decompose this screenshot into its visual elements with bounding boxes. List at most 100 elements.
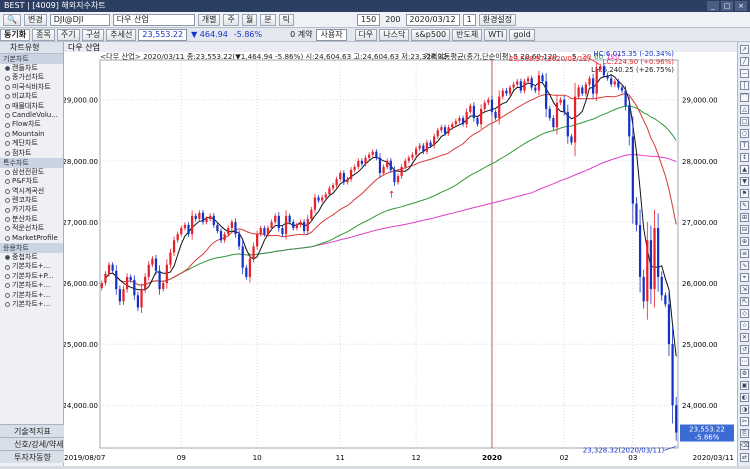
drawing-tool-icon[interactable]: ✕: [740, 333, 749, 342]
drawing-tool-icon[interactable]: ◇: [740, 309, 749, 318]
drawing-tool-icon[interactable]: ⊟: [740, 225, 749, 234]
chart-type-item[interactable]: 매물대차트: [0, 102, 63, 111]
drawing-tool-icon[interactable]: ✎: [740, 201, 749, 210]
symbol-code-input[interactable]: DJI@DJI: [49, 13, 110, 26]
radio-icon[interactable]: [5, 66, 10, 72]
chart-type-item[interactable]: 카기차트: [0, 205, 63, 214]
chart-type-item[interactable]: 기본차트+...: [0, 262, 63, 271]
quick-link-gold[interactable]: gold: [509, 28, 535, 41]
drawing-tool-icon[interactable]: ⋯: [740, 357, 749, 366]
radio-icon[interactable]: [5, 179, 10, 185]
tab-technical-indicators[interactable]: 기술적지표: [0, 424, 64, 437]
quick-link-wti[interactable]: WTI: [484, 28, 508, 41]
drawing-tool-icon[interactable]: ⌒: [740, 93, 749, 102]
chart-type-item[interactable]: CandleVolu...: [0, 111, 63, 120]
radio-icon[interactable]: [5, 131, 10, 137]
radio-icon[interactable]: [5, 170, 10, 176]
chart-type-item[interactable]: 역시계곡선: [0, 187, 63, 196]
drawing-tool-icon[interactable]: ▲: [740, 165, 749, 174]
drawing-tool-icon[interactable]: ◑: [740, 405, 749, 414]
drawing-tool-icon[interactable]: ⊞: [740, 213, 749, 222]
radio-icon[interactable]: [5, 255, 10, 261]
radio-icon[interactable]: [5, 302, 10, 308]
chart-type-item[interactable]: 삼선전환도: [0, 168, 63, 177]
tab-investor-trends[interactable]: 투자자동향: [0, 450, 64, 463]
period-tick-button[interactable]: 틱: [278, 13, 294, 26]
settings-button[interactable]: 환경설정: [478, 13, 517, 26]
change-symbol-button[interactable]: 변경: [23, 13, 47, 26]
quick-link-nasdaq[interactable]: 나스닥: [379, 28, 410, 41]
sidebar-group-header[interactable]: 특수차트: [0, 157, 63, 168]
drawing-tool-icon[interactable]: ↗: [740, 45, 749, 54]
maximize-button[interactable]: □: [721, 1, 733, 11]
display-count-input[interactable]: 150: [356, 13, 381, 26]
drawing-tool-icon[interactable]: ∿: [740, 261, 749, 270]
drawing-tool-icon[interactable]: ⊕: [740, 237, 749, 246]
drawing-tool-icon[interactable]: —: [740, 69, 749, 78]
radio-icon[interactable]: [5, 217, 10, 223]
radio-icon[interactable]: [5, 264, 10, 270]
chart-type-item[interactable]: MarketProfile: [0, 234, 63, 243]
radio-icon[interactable]: [5, 235, 10, 241]
radio-icon[interactable]: [5, 226, 10, 232]
drawing-tool-icon[interactable]: ☆: [740, 321, 749, 330]
drawing-tool-icon[interactable]: ⇄: [740, 453, 749, 462]
quick-link-semiconductor[interactable]: 반도체: [452, 28, 483, 41]
price-chart[interactable]: 다우 산업<다우 산업> 2020/03/11 종:23,553.22(▼1,4…: [62, 42, 737, 466]
radio-icon[interactable]: [5, 198, 10, 204]
drawing-tool-icon[interactable]: T: [740, 141, 749, 150]
radio-icon[interactable]: [5, 113, 10, 119]
drawing-tool-icon[interactable]: ⌫: [740, 441, 749, 450]
chart-type-item[interactable]: Mountain: [0, 130, 63, 139]
radio-icon[interactable]: [5, 292, 10, 298]
sidebar-group-header[interactable]: 응용차트: [0, 243, 63, 254]
chart-panel[interactable]: 다우 산업 <다우 산업> 2020/03/11 종:23,553.22(▼1,4…: [62, 42, 737, 466]
drawing-tool-icon[interactable]: ⇱: [740, 297, 749, 306]
drawing-tool-icon[interactable]: ▼: [740, 177, 749, 186]
drawing-tool-icon[interactable]: ↺: [740, 345, 749, 354]
chart-type-item[interactable]: 기본차트+...: [0, 281, 63, 290]
drawing-tool-icon[interactable]: ╱: [740, 57, 749, 66]
date-input[interactable]: 2020/03/12: [405, 13, 460, 26]
drawing-tool-icon[interactable]: △: [740, 105, 749, 114]
tab-trendline[interactable]: 추세선: [106, 28, 137, 41]
chart-type-item[interactable]: 기본차트+...: [0, 300, 63, 309]
radio-icon[interactable]: [5, 150, 10, 156]
drawing-tool-icon[interactable]: ⚙: [740, 369, 749, 378]
chart-type-item[interactable]: 종가선차트: [0, 73, 63, 82]
period-minute-button[interactable]: 분: [260, 13, 276, 26]
radio-icon[interactable]: [5, 274, 10, 279]
step-input[interactable]: 1: [462, 13, 476, 26]
drawing-tool-icon[interactable]: ⌖: [740, 273, 749, 282]
tab-layout[interactable]: 구성: [81, 28, 105, 41]
drawing-tool-icon[interactable]: □: [740, 117, 749, 126]
radio-icon[interactable]: [5, 122, 10, 128]
chart-type-item[interactable]: Flow차트: [0, 120, 63, 129]
chart-type-item[interactable]: P&F차트: [0, 177, 63, 186]
drawing-tool-icon[interactable]: ↕: [740, 153, 749, 162]
drawing-tool-icon[interactable]: ⇲: [740, 285, 749, 294]
radio-icon[interactable]: [5, 207, 10, 213]
chart-type-item[interactable]: 계단차트: [0, 139, 63, 148]
tab-sync[interactable]: 동기화: [0, 28, 31, 41]
chart-type-item[interactable]: 분산차트: [0, 215, 63, 224]
chart-type-item[interactable]: 점차트: [0, 149, 63, 158]
minimize-button[interactable]: _: [707, 1, 719, 11]
chart-type-item[interactable]: 캔들차트: [0, 64, 63, 73]
chart-type-item[interactable]: 미국식바차트: [0, 83, 63, 92]
drawing-tool-icon[interactable]: ⎘: [740, 429, 749, 438]
close-button[interactable]: ×: [735, 1, 747, 11]
quick-link-dow[interactable]: 다우: [354, 28, 378, 41]
drawing-tool-icon[interactable]: ⚑: [740, 189, 749, 198]
radio-icon[interactable]: [5, 84, 10, 90]
radio-icon[interactable]: [5, 75, 10, 81]
radio-icon[interactable]: [5, 283, 10, 289]
chart-type-item[interactable]: 기본차트+...: [0, 291, 63, 300]
radio-icon[interactable]: [5, 141, 10, 147]
quick-link-sp500[interactable]: s&p500: [411, 28, 451, 41]
search-icon[interactable]: 🔍: [3, 13, 21, 26]
chart-type-item[interactable]: 적운선차트: [0, 224, 63, 233]
radio-icon[interactable]: [5, 94, 10, 100]
period-month-button[interactable]: 월: [241, 13, 258, 26]
chart-type-item[interactable]: 중첩차트: [0, 253, 63, 262]
